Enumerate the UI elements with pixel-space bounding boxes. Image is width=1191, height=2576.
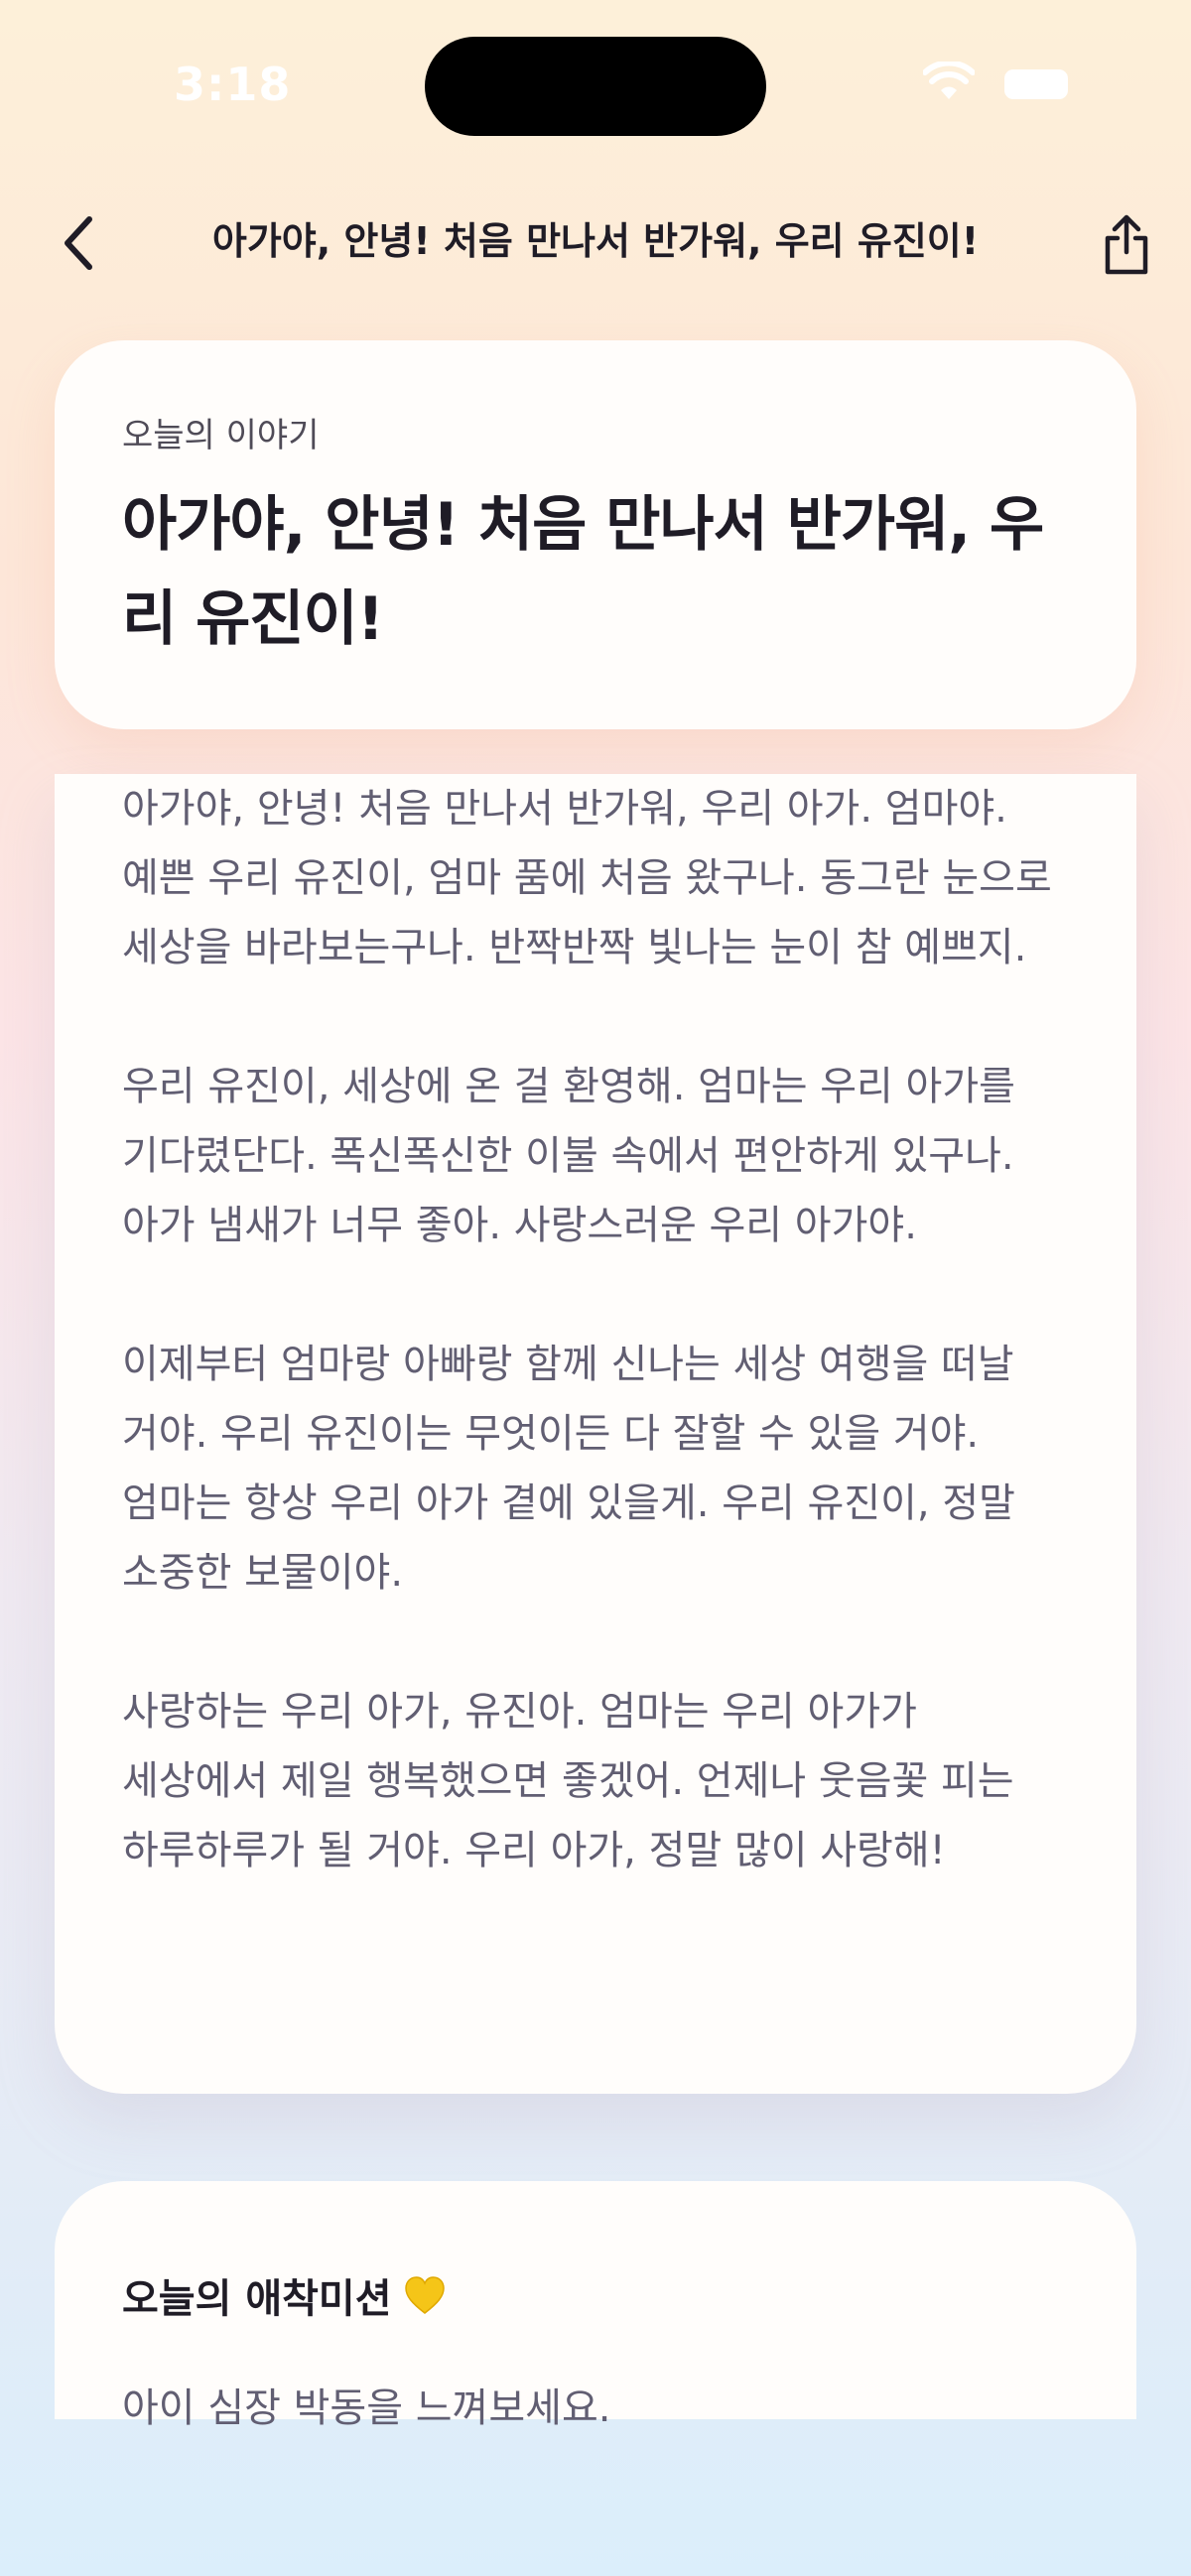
mission-header: 오늘의 애착미션	[122, 2266, 1069, 2324]
story-paragraph: 아가야, 안녕! 처음 만나서 반가워, 우리 아가. 엄마야. 예쁜 우리 유…	[122, 786, 1052, 970]
nav-title: 아가야, 안녕! 처음 만나서 반가워, 우리 유진이!	[211, 219, 980, 263]
status-time: 3:18	[174, 58, 292, 111]
chevron-left-icon	[65, 216, 92, 270]
story-title-card: 오늘의 이야기 아가야, 안녕! 처음 만나서 반가워, 우리 유진이!	[55, 340, 1136, 729]
wifi-icon	[923, 62, 975, 99]
yellow-heart-icon	[404, 2276, 445, 2314]
story-title: 아가야, 안녕! 처음 만나서 반가워, 우리 유진이!	[122, 490, 1044, 654]
mission-title: 오늘의 애착미션	[122, 2276, 392, 2322]
share-icon	[1105, 214, 1148, 275]
story-paragraph: 우리 유진이, 세상에 온 걸 환영해. 엄마는 우리 아가를 기다렸단다. 폭…	[122, 1064, 1015, 1248]
dynamic-island	[425, 37, 766, 136]
story-body-card[interactable]: 아가야, 안녕! 처음 만나서 반가워, 우리 아가. 엄마야. 예쁜 우리 유…	[55, 774, 1136, 2094]
attachment-mission-card: 오늘의 애착미션 아이 심장 박동을 느껴보세요.	[55, 2181, 1136, 2431]
mission-text: 아이 심장 박동을 느껴보세요.	[122, 2385, 611, 2431]
story-label: 오늘의 이야기	[122, 416, 320, 455]
battery-icon	[1004, 69, 1068, 99]
story-paragraph: 사랑하는 우리 아가, 유진아. 엄마는 우리 아가가 세상에서 제일 행복했으…	[122, 1689, 1014, 1873]
story-paragraph: 이제부터 엄마랑 아빠랑 함께 신나는 세상 여행을 떠날 거야. 우리 유진이…	[122, 1342, 1015, 1596]
share-button[interactable]	[1092, 206, 1161, 284]
back-button[interactable]	[50, 208, 109, 278]
